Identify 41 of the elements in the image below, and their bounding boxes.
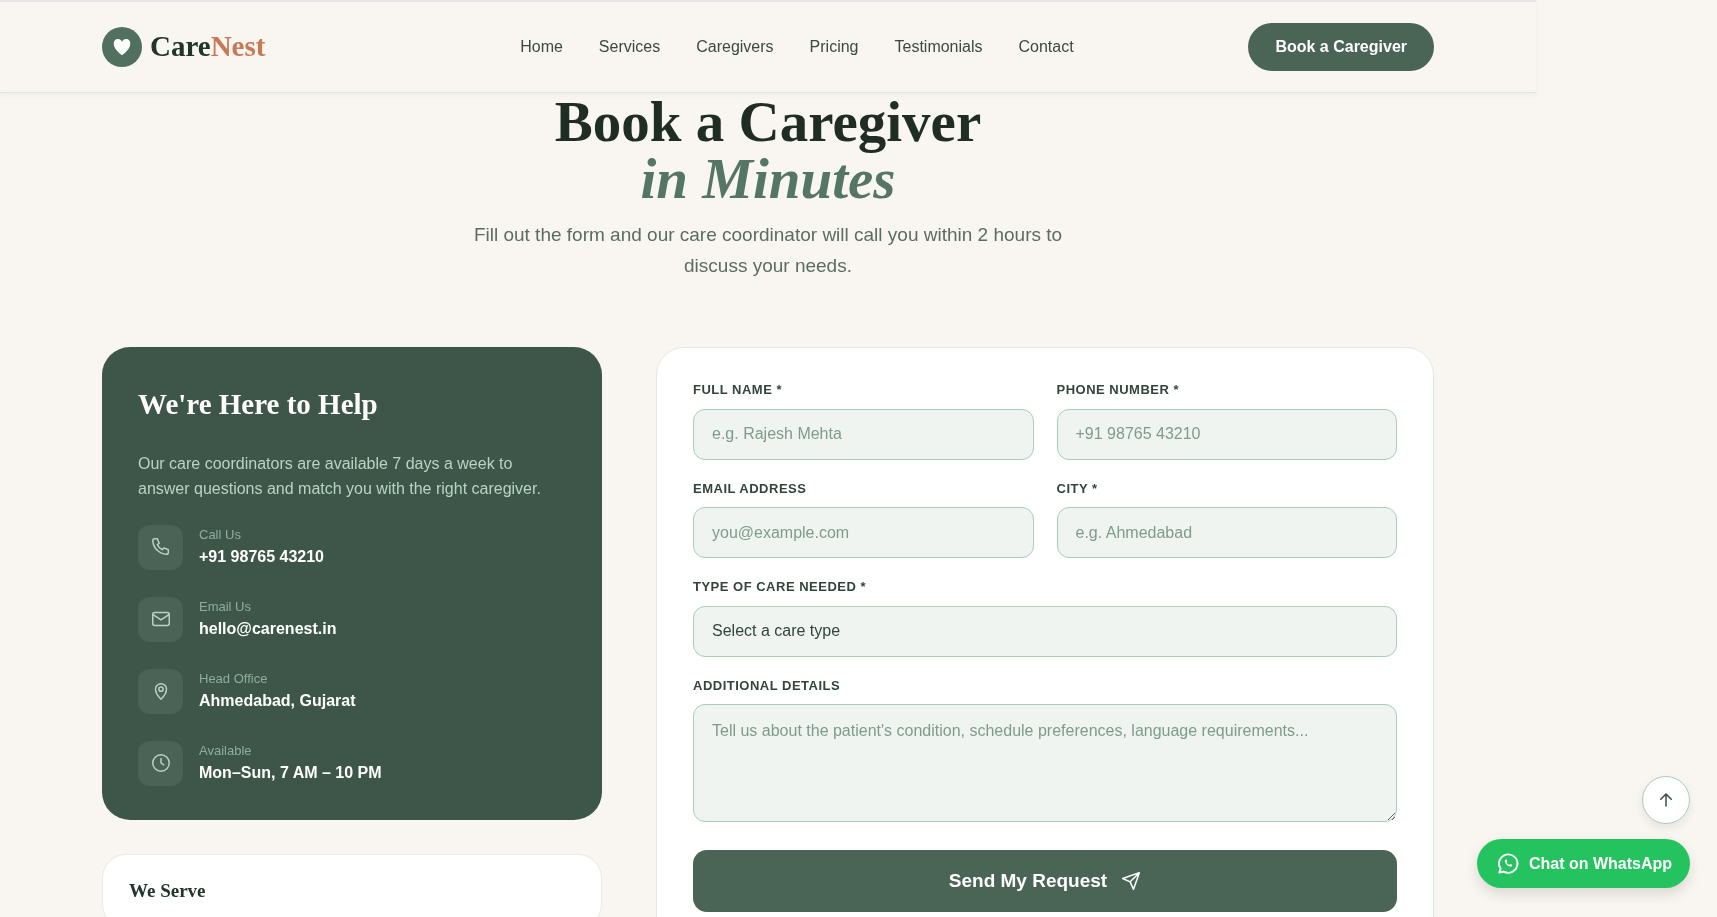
field-label: EMAIL ADDRESS [693, 479, 808, 498]
scroll-top-button[interactable] [1642, 776, 1690, 824]
field-label: FULL NAME * [693, 381, 784, 399]
field-label: PHONE NUMBER * [1056, 381, 1181, 399]
help-card-text: Our care coordinators are available 7 days a week to answer questions and match you with the right caregiver. [138, 453, 542, 499]
arrow-up-icon [1657, 791, 1675, 809]
serve-card-title: We Serve [129, 878, 207, 903]
logo-text[interactable]: CareNest [150, 25, 266, 69]
clock-icon [138, 740, 183, 786]
contact-label: Email Us [199, 598, 252, 617]
contact-label: Head Office [199, 670, 269, 689]
contact-label: Call Us [199, 526, 242, 545]
nav-link[interactable]: Caregivers [678, 35, 792, 59]
input-field[interactable]: e.g. Rajesh Mehta [693, 408, 1034, 460]
input-field[interactable]: +91 98765 43210 [1056, 408, 1397, 460]
envelope-icon [138, 596, 183, 642]
help-card-title: We're Here to Help [138, 387, 379, 422]
map-pin-icon [138, 668, 183, 714]
nav-link[interactable]: Contact [1000, 35, 1092, 59]
contact-label: Available [199, 742, 253, 761]
details-field[interactable]: Tell us about the patient's condition, schedule preferences, language requirements... [693, 704, 1397, 822]
field-label: CITY * [1056, 479, 1099, 498]
nav-link[interactable]: Pricing [791, 35, 877, 59]
care-type-select[interactable]: Select a care type [693, 605, 1397, 657]
logo-icon[interactable] [102, 27, 142, 67]
field-label: TYPE OF CARE NEEDED * [693, 578, 868, 596]
send-request-button[interactable]: Send My Request [693, 850, 1397, 912]
page-subtitle: Fill out the form and our care coordinator will call you within 2 hours to discuss your needs. [472, 223, 1064, 278]
contact-value: +91 98765 43210 [199, 546, 324, 567]
nav-link[interactable]: Services [580, 35, 679, 59]
book-caregiver-button[interactable]: Book a Caregiver [1248, 23, 1434, 71]
input-field[interactable]: e.g. Ahmedabad [1056, 507, 1397, 558]
contact-value: hello@carenest.in [199, 618, 337, 639]
phone-icon [138, 524, 183, 570]
contact-value: Ahmedabad, Gujarat [199, 690, 356, 711]
input-field[interactable]: you@example.com [693, 507, 1034, 558]
field-label: ADDITIONAL DETAILS [693, 676, 842, 695]
nav-link[interactable]: Home [502, 35, 581, 59]
contact-value: Mon–Sun, 7 AM – 10 PM [199, 762, 382, 783]
nav-link[interactable]: Testimonials [876, 35, 1001, 59]
send-icon [1121, 871, 1142, 891]
